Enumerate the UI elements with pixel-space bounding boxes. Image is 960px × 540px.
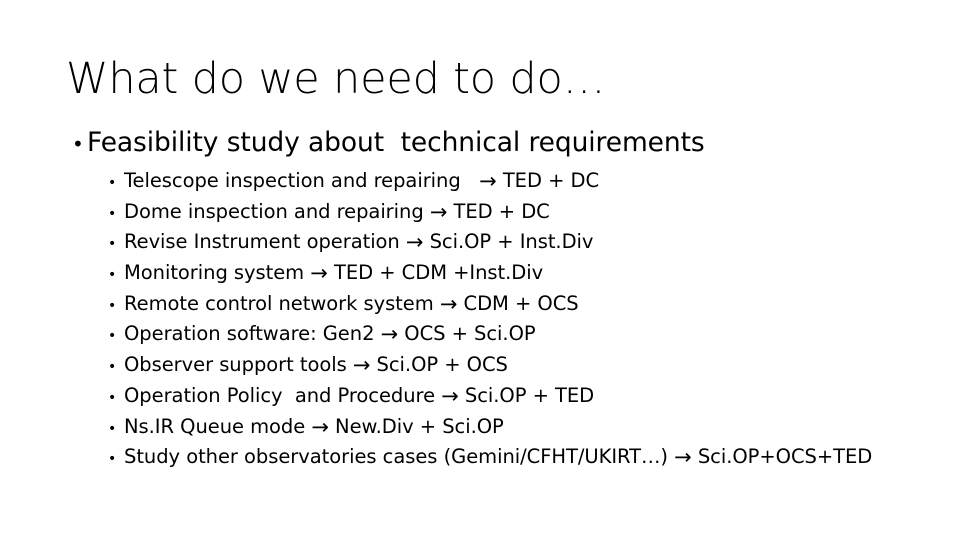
owner-label: Sci.OP + Inst.Div — [423, 230, 594, 254]
owner-label: Sci.OP + OCS — [370, 353, 508, 377]
level2-bullet-item: • Operation Policy and Procedure → Sci.OP… — [108, 381, 938, 412]
level2-bullet-label: Dome inspection and repairing → TED + DC — [124, 197, 550, 228]
task-label: Observer support tools — [124, 353, 353, 377]
bullet-point-icon: • — [108, 267, 117, 284]
bullet-point-icon: • — [108, 205, 117, 222]
task-label: Study other observatories cases (Gemini/… — [124, 445, 675, 469]
level2-bullet-label: Ns.IR Queue mode → New.Div + Sci.OP — [124, 412, 504, 443]
bullet-point-icon: • — [108, 328, 117, 345]
level2-bullet-item: • Telescope inspection and repairing → TE… — [108, 166, 938, 197]
level2-bullet-item: • Observer support tools → Sci.OP + OCS — [108, 350, 938, 381]
level2-bullet-label: Operation software: Gen2 → OCS + Sci.OP — [124, 319, 536, 350]
bullet-point-icon: • — [108, 297, 117, 314]
level2-bullet-label: Operation Policy and Procedure → Sci.OP … — [124, 381, 594, 412]
slide-canvas: What do we need to do… • Feasibility stu… — [0, 0, 960, 540]
level2-bullet-label: Study other observatories cases (Gemini/… — [124, 442, 872, 473]
level2-bullet-list: • Telescope inspection and repairing → TE… — [108, 166, 938, 473]
owner-label: Sci.OP+OCS+TED — [691, 445, 873, 469]
bullet-point-icon: • — [108, 389, 117, 406]
owner-label: TED + DC — [496, 169, 600, 192]
task-label: Operation software: Gen2 — [124, 322, 381, 346]
bullet-point-icon: • — [108, 236, 117, 253]
right-arrow-icon: → — [405, 230, 424, 255]
level2-bullet-label: Revise Instrument operation → Sci.OP + I… — [124, 227, 593, 258]
right-arrow-icon: → — [352, 353, 371, 378]
level2-bullet-item: • Remote control network system → CDM + O… — [108, 289, 938, 320]
level2-bullet-label: Observer support tools → Sci.OP + OCS — [124, 350, 508, 381]
level2-bullet-item: • Dome inspection and repairing → TED + D… — [108, 197, 938, 228]
level2-bullet-item: • Monitoring system → TED + CDM +Inst.Div — [108, 258, 938, 289]
right-arrow-icon: → — [674, 445, 692, 470]
owner-label: CDM + OCS — [457, 291, 579, 315]
bullet-point-icon: • — [108, 420, 117, 437]
owner-label: OCS + Sci.OP — [398, 322, 536, 346]
right-arrow-icon: → — [311, 414, 329, 439]
right-arrow-icon: → — [439, 291, 458, 316]
right-arrow-icon: → — [441, 383, 459, 408]
task-label: Ns.IR Queue mode — [124, 414, 312, 438]
page-title: What do we need to do… — [66, 54, 606, 104]
task-label: Revise Instrument operation — [124, 230, 406, 254]
bullet-point-icon: • — [108, 359, 117, 376]
level2-bullet-label: Monitoring system → TED + CDM +Inst.Div — [124, 258, 543, 289]
task-label: Operation Policy and Procedure — [124, 383, 442, 407]
task-label: Remote control network system — [124, 291, 440, 315]
level2-bullet-item: • Operation software: Gen2 → OCS + Sci.OP — [108, 319, 938, 350]
level2-bullet-item: • Ns.IR Queue mode → New.Div + Sci.OP — [108, 412, 938, 443]
task-label: Monitoring system — [124, 261, 311, 285]
right-arrow-icon: → — [479, 169, 497, 193]
level2-bullet-label: Remote control network system → CDM + OC… — [124, 289, 579, 320]
right-arrow-icon: → — [429, 199, 448, 224]
owner-label: Sci.OP + TED — [458, 383, 595, 407]
right-arrow-icon: → — [380, 322, 399, 347]
right-arrow-icon: → — [310, 261, 328, 286]
level2-bullet-label: Telescope inspection and repairing → TED… — [124, 166, 599, 197]
level2-bullet-item: • Revise Instrument operation → Sci.OP + … — [108, 227, 938, 258]
task-label: Dome inspection and repairing — [124, 199, 430, 223]
bullet-point-icon: • — [108, 175, 117, 191]
owner-label: TED + CDM +Inst.Div — [327, 261, 544, 285]
level1-bullet-label: Feasibility study about technical requir… — [87, 127, 705, 158]
bullet-point-icon: • — [108, 451, 117, 468]
owner-label: TED + DC — [447, 199, 550, 223]
level2-bullet-item: • Study other observatories cases (Gemini… — [108, 442, 938, 473]
owner-label: New.Div + Sci.OP — [328, 414, 504, 438]
task-label: Telescope inspection and repairing — [124, 169, 480, 192]
bullet-point-icon: • — [72, 132, 84, 156]
level1-bullet-item: • Feasibility study about technical requ… — [72, 125, 705, 162]
